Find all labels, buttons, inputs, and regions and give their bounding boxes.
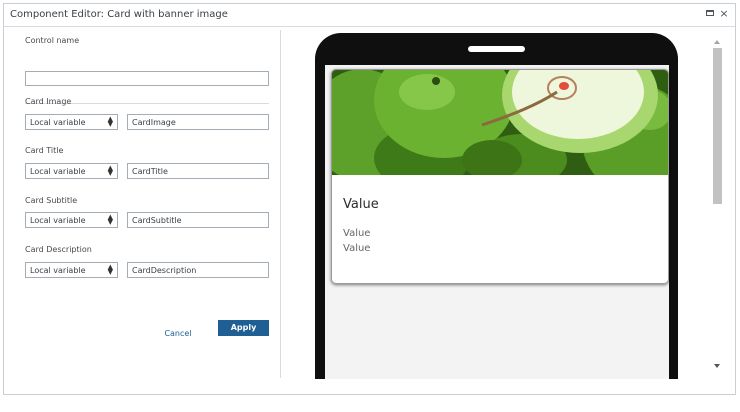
control-name-input[interactable] — [25, 71, 269, 86]
card-description-source-value: Local variable — [30, 266, 86, 275]
card-description-source-select[interactable]: Local variable ▲ ▼ — [25, 262, 118, 278]
scroll-down-icon[interactable] — [714, 364, 720, 368]
card-title-text: Value — [343, 197, 379, 212]
card-description-label: Card Description — [25, 245, 92, 254]
properties-panel: Control name Card Image Local variable ▲… — [4, 27, 284, 394]
card-image-source-select[interactable]: Local variable ▲ ▼ — [25, 114, 118, 130]
card-image-source-value: Local variable — [30, 118, 86, 127]
green-apples-image — [332, 70, 668, 175]
preview-scrollbar[interactable] — [711, 37, 724, 377]
cancel-button[interactable]: Cancel — [154, 326, 202, 342]
scrollbar-thumb[interactable] — [713, 48, 722, 204]
card-description-text: Value — [343, 243, 371, 254]
card-title-value-input[interactable]: CardTitle — [127, 163, 269, 179]
select-arrows-icon: ▲ ▼ — [107, 213, 113, 226]
close-icon[interactable]: × — [717, 7, 731, 21]
card-title-label: Card Title — [25, 146, 64, 155]
select-arrows-icon: ▲ ▼ — [107, 115, 113, 128]
panel-divider — [280, 30, 281, 378]
card-subtitle-value-input[interactable]: CardSubtitle — [127, 212, 269, 228]
card-image-label: Card Image — [25, 97, 72, 106]
title-bar: Component Editor: Card with banner image… — [4, 4, 735, 27]
card-subtitle-label: Card Subtitle — [25, 196, 78, 205]
phone-speaker — [468, 46, 525, 52]
maximize-icon[interactable] — [703, 7, 717, 21]
card-title-source-value: Local variable — [30, 167, 86, 176]
control-name-label: Control name — [25, 36, 80, 45]
preview-card: Value Value Value — [331, 69, 669, 284]
card-subtitle-text: Value — [343, 228, 371, 239]
dialog-title: Component Editor: Card with banner image — [10, 9, 228, 20]
select-arrows-icon: ▲ ▼ — [107, 164, 113, 177]
card-subtitle-source-select[interactable]: Local variable ▲ ▼ — [25, 212, 118, 228]
apply-button[interactable]: Apply — [218, 320, 269, 336]
scroll-up-icon[interactable] — [714, 40, 720, 44]
card-subtitle-source-value: Local variable — [30, 216, 86, 225]
card-title-source-select[interactable]: Local variable ▲ ▼ — [25, 163, 118, 179]
card-image-value-input[interactable]: CardImage — [127, 114, 269, 130]
card-description-value-input[interactable]: CardDescription — [127, 262, 269, 278]
select-arrows-icon: ▲ ▼ — [107, 263, 113, 276]
